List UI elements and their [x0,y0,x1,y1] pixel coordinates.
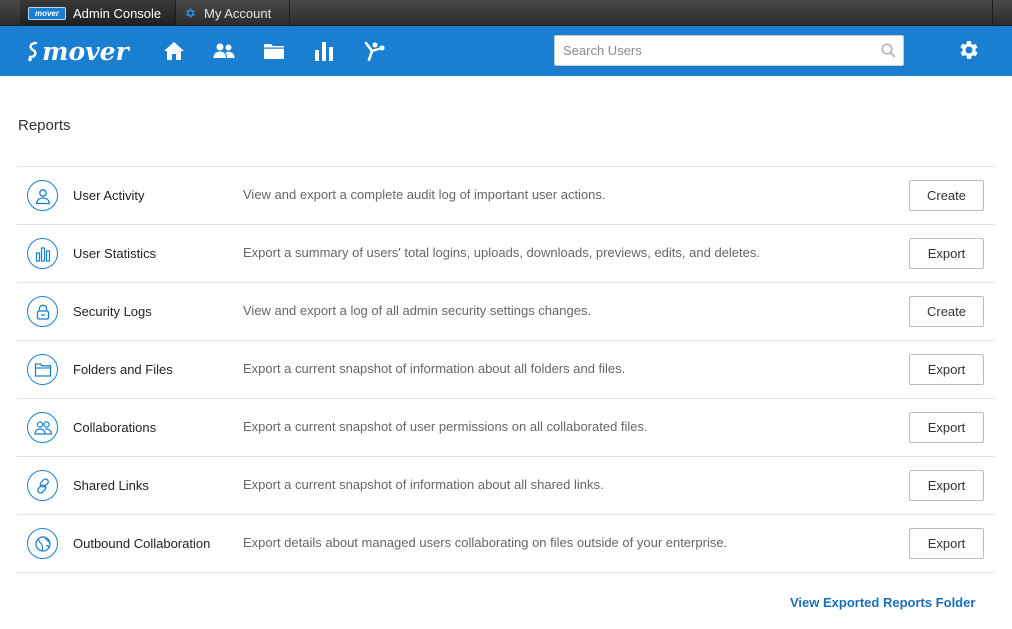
search-icon[interactable] [881,43,896,63]
report-row-security-logs: Security Logs View and export a log of a… [17,283,995,341]
export-button[interactable]: Export [909,470,984,501]
top-tab-bar: mover Admin Console My Account [0,0,1012,26]
report-row-outbound-collaboration: Outbound Collaboration Export details ab… [17,515,995,573]
settings-gear-icon[interactable] [957,38,981,62]
search-input[interactable] [555,36,865,65]
report-name: Security Logs [73,304,152,319]
account-gear-icon [184,7,196,19]
globe-icon [27,528,58,559]
report-row-folders-and-files: Folders and Files Export a current snaps… [17,341,995,399]
report-row-user-statistics: User Statistics Export a summary of user… [17,225,995,283]
report-description: Export a current snapshot of information… [243,477,604,492]
home-icon[interactable] [162,39,186,63]
export-button[interactable]: Export [909,354,984,385]
lock-icon [27,296,58,327]
report-description: View and export a complete audit log of … [243,187,606,202]
report-name: Outbound Collaboration [73,536,211,551]
tab-my-account[interactable]: My Account [176,0,290,26]
search-box [554,35,904,66]
mover-mini-logo: mover [28,6,66,20]
report-description: Export a current snapshot of information… [243,361,626,376]
folder-icon[interactable] [262,39,286,63]
users-icon[interactable] [212,39,236,63]
report-row-shared-links: Shared Links Export a current snapshot o… [17,457,995,515]
main-header: mover [0,26,1012,76]
mover-logo-text: mover [42,36,129,66]
tab-admin-console[interactable]: mover Admin Console [20,0,176,26]
report-row-collaborations: Collaborations Export a current snapshot… [17,399,995,457]
report-name: User Activity [73,188,145,203]
view-exported-reports-link[interactable]: View Exported Reports Folder [790,595,975,610]
export-button[interactable]: Export [909,412,984,443]
tab-my-account-label: My Account [204,5,272,21]
apps-icon[interactable] [362,39,386,63]
stats-icon [27,238,58,269]
export-button[interactable]: Export [909,238,984,269]
create-button[interactable]: Create [909,296,984,327]
report-name: Shared Links [73,478,149,493]
mover-logo[interactable]: mover [26,36,129,66]
page-title: Reports [18,117,71,134]
user-icon [27,180,58,211]
reports-list: User Activity View and export a complete… [17,166,995,573]
create-button[interactable]: Create [909,180,984,211]
report-description: Export details about managed users colla… [243,535,728,550]
folder-icon [27,354,58,385]
report-name: Folders and Files [73,362,173,377]
report-row-user-activity: User Activity View and export a complete… [17,167,995,225]
link-icon [27,470,58,501]
report-description: Export a current snapshot of user permis… [243,419,648,434]
report-name: Collaborations [73,420,157,435]
tab-admin-console-label: Admin Console [73,5,162,21]
report-description: Export a summary of users' total logins,… [243,245,760,260]
bar-chart-icon[interactable] [312,39,336,63]
topbar-divider [992,0,993,26]
export-button[interactable]: Export [909,528,984,559]
mover-logo-mark-icon [28,41,38,62]
report-name: User Statistics [73,246,157,261]
report-description: View and export a log of all admin secur… [243,303,592,318]
collaborators-icon [27,412,58,443]
